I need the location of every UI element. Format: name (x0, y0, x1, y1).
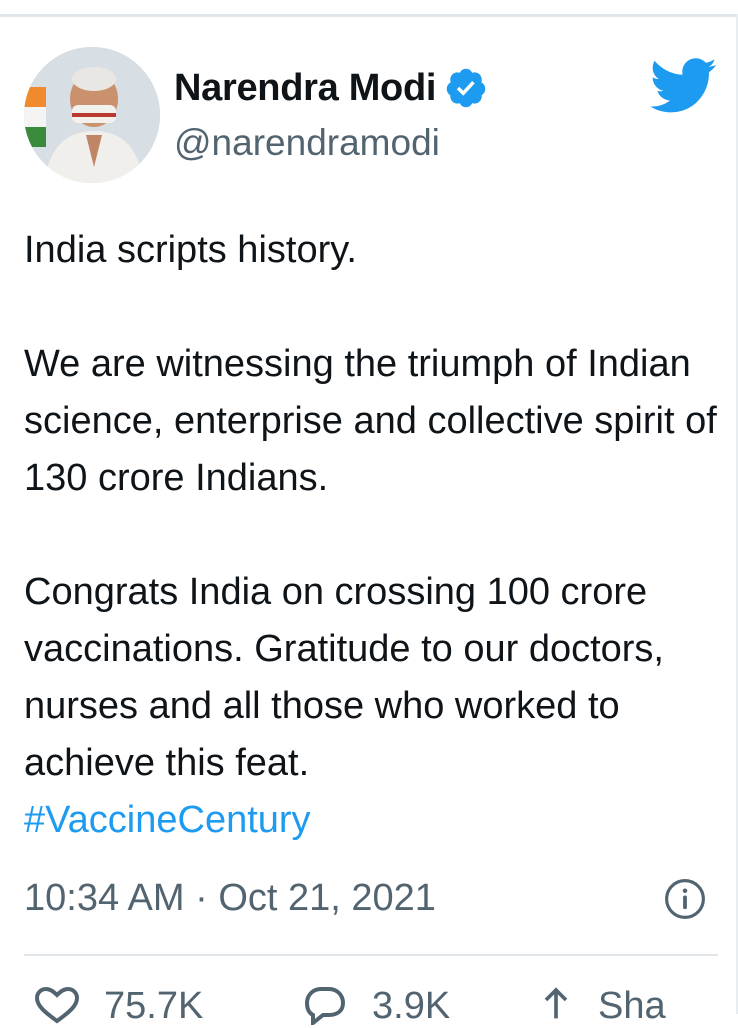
top-divider (0, 14, 738, 17)
tweet-timestamp[interactable]: 10:34 AM · Oct 21, 2021 (24, 873, 436, 923)
info-icon[interactable] (664, 878, 706, 920)
action-bar: 75.7K 3.9K Sha (0, 985, 738, 1028)
tweet-paragraph: We are witnessing the triumph of Indian … (24, 343, 717, 499)
share-button[interactable]: Sha (536, 985, 666, 1028)
user-handle[interactable]: @narendramodi (174, 124, 440, 161)
avatar[interactable] (24, 47, 160, 183)
avatar-image (24, 47, 160, 183)
verified-badge-icon (446, 68, 486, 108)
reply-icon (304, 987, 346, 1025)
name-row: Narendra Modi (174, 66, 488, 110)
like-count: 75.7K (104, 985, 204, 1027)
tweet-text: India scripts history. We are witnessing… (24, 222, 724, 849)
tweet-paragraph: India scripts history. (24, 229, 357, 271)
reply-button[interactable]: 3.9K (300, 985, 450, 1028)
twitter-bird-icon (650, 58, 717, 113)
display-name[interactable]: Narendra Modi (174, 69, 436, 107)
hashtag-link[interactable]: #VaccineCentury (24, 799, 311, 841)
share-icon (544, 987, 568, 1019)
like-button[interactable]: 75.7K (32, 985, 203, 1028)
heart-icon (34, 986, 80, 1024)
reply-count: 3.9K (372, 985, 451, 1027)
share-label: Sha (598, 985, 666, 1027)
tweet-paragraph: Congrats India on crossing 100 crore vac… (24, 571, 664, 784)
actions-divider (24, 954, 718, 956)
